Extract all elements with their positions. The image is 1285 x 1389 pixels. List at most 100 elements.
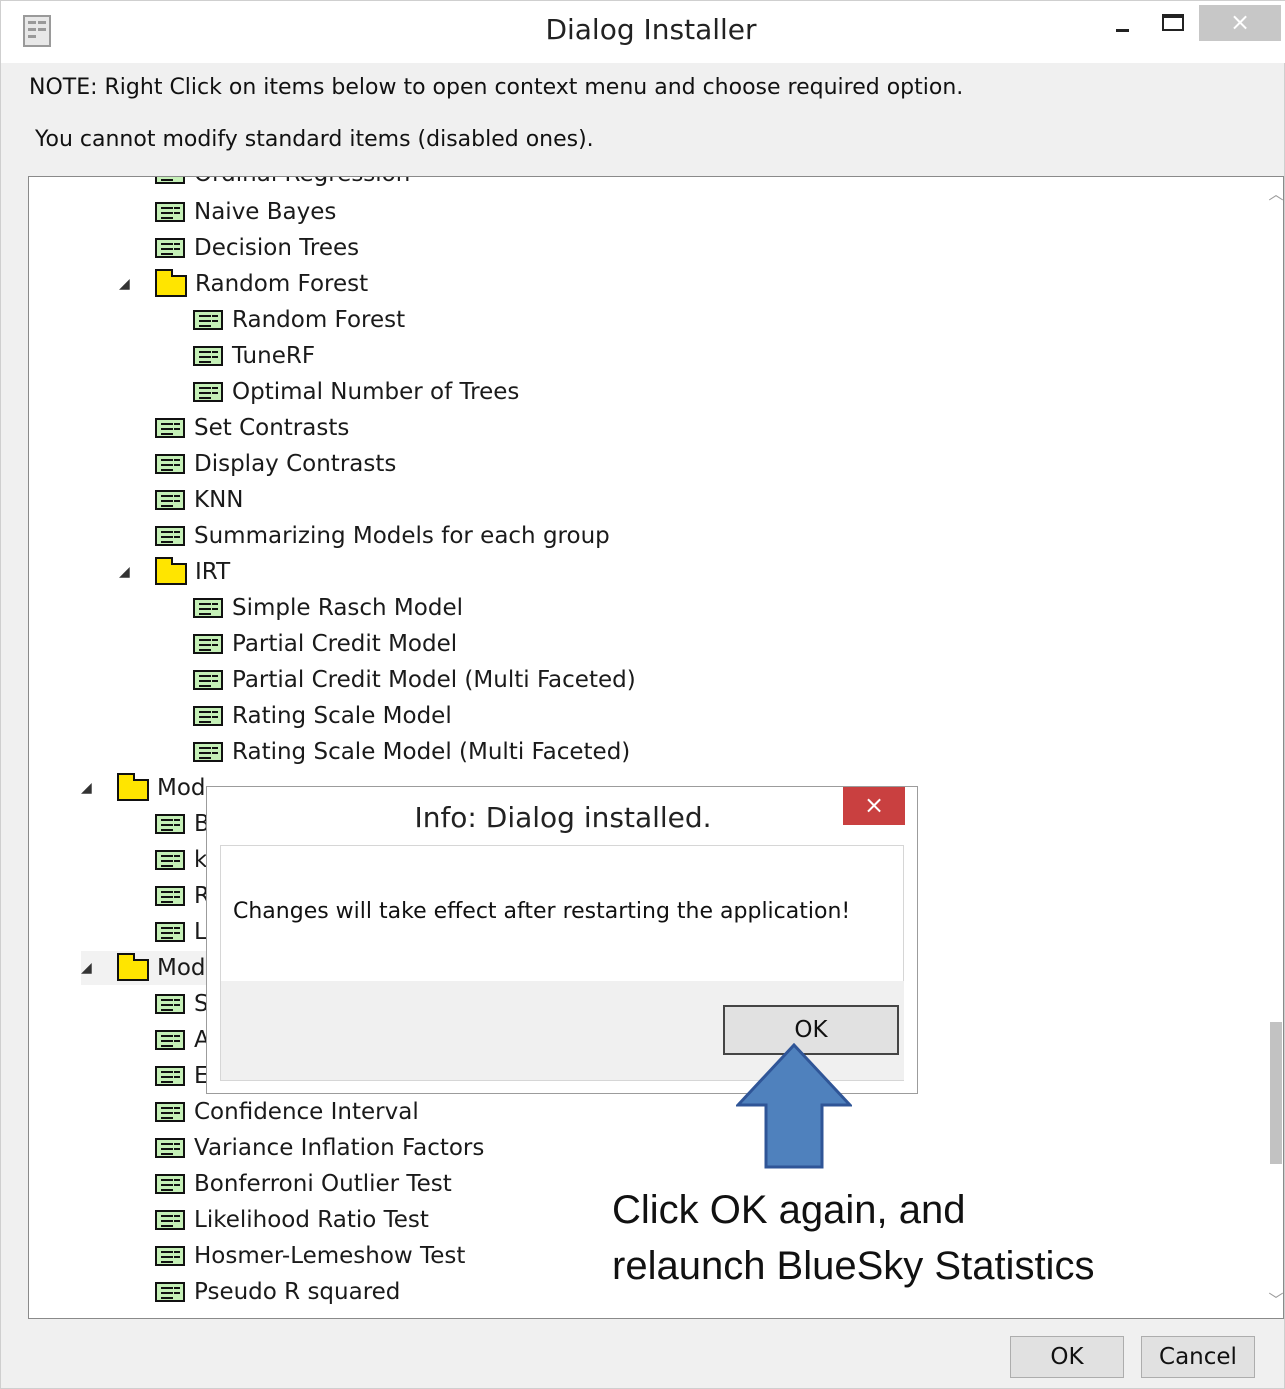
tree-item[interactable]: Confidence Interval <box>155 1095 419 1129</box>
scroll-up-icon[interactable]: ︿ <box>1267 183 1283 204</box>
tree-item[interactable]: Set Contrasts <box>155 411 349 445</box>
tree-item[interactable]: A <box>155 1023 210 1057</box>
tree-item[interactable]: Bonferroni Outlier Test <box>155 1167 452 1201</box>
dialog-item-icon <box>155 994 185 1014</box>
tree-item[interactable]: L <box>155 915 207 949</box>
dialog-item-icon <box>193 598 223 618</box>
tree-item[interactable]: S <box>155 987 209 1021</box>
dialog-item-icon <box>155 814 185 834</box>
up-arrow-icon <box>736 1043 852 1169</box>
tree-item[interactable]: Rating Scale Model (Multi Faceted) <box>193 735 630 769</box>
tree-folder[interactable]: ◢ Mod <box>81 771 206 805</box>
expand-arrow-icon[interactable]: ◢ <box>119 564 133 580</box>
tree-item[interactable]: Rating Scale Model <box>193 699 452 733</box>
tree-item[interactable]: Hosmer-Lemeshow Test <box>155 1239 465 1273</box>
dialog-item-icon <box>155 1066 185 1086</box>
expand-arrow-icon[interactable]: ◢ <box>81 780 95 796</box>
tree-item[interactable]: Pseudo R squared <box>155 1275 400 1309</box>
window-title: Dialog Installer <box>545 13 757 46</box>
tree-item[interactable]: Optimal Number of Trees <box>193 375 519 409</box>
window-close-button[interactable]: × <box>1199 5 1281 41</box>
tree-item-label: Pseudo R squared <box>194 1279 401 1305</box>
tree-item-label: KNN <box>194 487 244 513</box>
tree-item-label: Naive Bayes <box>194 199 337 225</box>
tree-item[interactable]: Partial Credit Model <box>193 627 457 661</box>
expand-arrow-icon[interactable]: ◢ <box>81 960 95 976</box>
vertical-scrollbar[interactable]: ︿ ﹀ <box>1267 177 1283 1318</box>
info-dialog-close-button[interactable]: × <box>843 787 905 825</box>
tree-item-label: Rating Scale Model <box>232 703 452 729</box>
tree-folder-label: Mod <box>157 955 206 981</box>
tree-folder[interactable]: ◢ IRT <box>119 555 230 589</box>
folder-icon <box>117 773 149 801</box>
tree-item[interactable]: Likelihood Ratio Test <box>155 1203 429 1237</box>
title-bar: Dialog Installer × <box>1 1 1285 63</box>
tree-item[interactable]: Naive Bayes <box>155 195 336 229</box>
tree-folder[interactable]: ◢ Random Forest <box>119 267 368 301</box>
minimize-icon[interactable] <box>1106 7 1146 43</box>
dialog-item-icon <box>155 526 185 546</box>
cancel-button[interactable]: Cancel <box>1141 1336 1255 1378</box>
dialog-item-icon <box>155 1174 185 1194</box>
dialog-item-icon <box>155 454 185 474</box>
expand-arrow-icon[interactable]: ◢ <box>119 276 133 292</box>
callout-line-1: Click OK again, and <box>612 1188 966 1232</box>
dialog-item-icon <box>193 634 223 654</box>
folder-icon <box>155 557 187 585</box>
tree-folder-label: Random Forest <box>195 271 369 297</box>
dialog-item-icon <box>193 670 223 690</box>
note-text-2: You cannot modify standard items (disabl… <box>35 127 594 152</box>
dialog-item-icon <box>193 742 223 762</box>
dialog-item-icon <box>155 850 185 870</box>
tree-folder-label: IRT <box>195 559 231 585</box>
tree-item[interactable]: E <box>155 1059 209 1093</box>
dialog-tree[interactable]: Ordinal Regression Naive Bayes Decision … <box>28 176 1284 1319</box>
dialog-item-icon <box>155 1210 185 1230</box>
tree-item[interactable]: Summarizing Models for each group <box>155 519 610 553</box>
tree-item-label: Bonferroni Outlier Test <box>194 1171 452 1197</box>
tree-item[interactable]: R <box>155 879 210 913</box>
dialog-installer-window: Dialog Installer × NOTE: Right Click on … <box>0 0 1285 1389</box>
scroll-down-icon[interactable]: ﹀ <box>1267 1289 1283 1310</box>
tree-item[interactable]: Simple Rasch Model <box>193 591 463 625</box>
tree-item-clipped[interactable]: Ordinal Regression <box>155 177 410 191</box>
tree-item[interactable]: k <box>155 843 207 877</box>
tree-item-label: Decision Trees <box>194 235 360 261</box>
tree-item[interactable]: Display Contrasts <box>155 447 396 481</box>
tree-item-label: Set Contrasts <box>194 415 350 441</box>
tree-item-label: Likelihood Ratio Test <box>194 1207 429 1233</box>
maximize-icon[interactable] <box>1151 7 1195 43</box>
tree-item[interactable]: B <box>155 807 210 841</box>
tree-item-label: Hosmer-Lemeshow Test <box>194 1243 466 1269</box>
tree-item-label: L <box>194 919 207 945</box>
tree-item-label: Optimal Number of Trees <box>232 379 520 405</box>
dialog-item-icon <box>155 1246 185 1266</box>
tree-item[interactable]: Decision Trees <box>155 231 359 265</box>
tree-item-label: Random Forest <box>232 307 406 333</box>
folder-icon <box>117 953 149 981</box>
dialog-item-icon <box>193 382 223 402</box>
dialog-item-icon <box>155 922 185 942</box>
tree-item-label: Partial Credit Model (Multi Faceted) <box>232 667 636 693</box>
tree-item-label: Simple Rasch Model <box>232 595 463 621</box>
dialog-item-icon <box>193 346 223 366</box>
instruction-callout: Click OK again, and relaunch BlueSky Sta… <box>612 1182 1094 1294</box>
tree-item-label: Rating Scale Model (Multi Faceted) <box>232 739 631 765</box>
ok-button[interactable]: OK <box>1010 1336 1124 1378</box>
tree-item[interactable]: TuneRF <box>193 339 315 373</box>
scroll-thumb[interactable] <box>1270 1022 1282 1164</box>
tree-item[interactable]: KNN <box>155 483 244 517</box>
dialog-item-icon <box>155 202 185 222</box>
dialog-item-icon <box>155 490 185 510</box>
tree-item-label: TuneRF <box>232 343 316 369</box>
tree-item-label: Variance Inflation Factors <box>194 1135 485 1161</box>
dialog-item-icon <box>155 1030 185 1050</box>
dialog-item-icon <box>155 886 185 906</box>
tree-item[interactable]: Variance Inflation Factors <box>155 1131 484 1165</box>
callout-line-2: relaunch BlueSky Statistics <box>612 1244 1095 1288</box>
tree-item[interactable]: Partial Credit Model (Multi Faceted) <box>193 663 636 697</box>
dialog-item-icon <box>155 1282 185 1302</box>
note-text: NOTE: Right Click on items below to open… <box>29 75 964 100</box>
tree-item[interactable]: Random Forest <box>193 303 405 337</box>
tree-item-label: Ordinal Regression <box>194 177 410 187</box>
